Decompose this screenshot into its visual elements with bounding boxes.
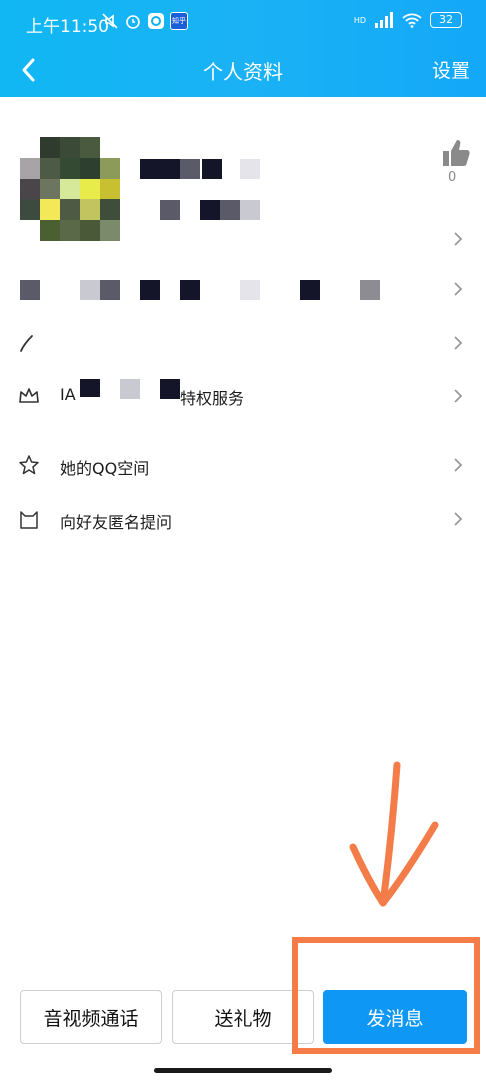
status-right: HD 32 (354, 12, 462, 28)
signature-row[interactable] (0, 316, 486, 370)
wifi-icon (402, 13, 422, 28)
network-type: HD (353, 15, 366, 25)
redacted-qq-number (240, 200, 260, 220)
video-call-button[interactable]: 音视频通话 (20, 990, 162, 1044)
redacted-qq-number (200, 200, 220, 220)
chevron-right-icon (454, 458, 463, 472)
redacted-info (140, 280, 160, 300)
status-bar: 上午11:50 知乎 HD 32 (0, 0, 486, 44)
status-icons: 知乎 (101, 12, 188, 30)
chevron-right-icon (454, 282, 463, 296)
redacted-nickname (240, 159, 260, 179)
crown-icon (19, 388, 39, 403)
page-title: 个人资料 (203, 60, 283, 84)
vip-label-suffix: 特权服务 (180, 389, 245, 408)
redacted-info (360, 280, 380, 300)
annotation-arrow-icon (349, 761, 439, 907)
chevron-right-icon (454, 512, 463, 526)
chevron-right-icon (454, 389, 463, 403)
app-notification-icon (148, 13, 164, 29)
redacted-nickname (202, 159, 222, 179)
home-indicator[interactable] (154, 1068, 332, 1073)
mute-icon (102, 13, 118, 29)
chevron-right-icon (454, 336, 463, 350)
redacted-nickname (140, 159, 182, 179)
qzone-row[interactable]: 她的QQ空间 (0, 438, 486, 492)
redacted-info (80, 280, 100, 300)
redacted-vip (160, 379, 180, 399)
annotation-highlight-box (292, 937, 480, 1054)
redacted-nickname (180, 159, 200, 179)
redacted-info (180, 280, 200, 300)
profile-card[interactable]: 0 (0, 97, 486, 267)
redacted-qq-number (220, 200, 240, 220)
qzone-label: 她的QQ空间 (60, 459, 150, 478)
nav-bar: 个人资料 设置 (0, 44, 486, 97)
alarm-icon (126, 15, 140, 29)
avatar[interactable] (20, 137, 120, 241)
battery-icon: 32 (430, 12, 462, 28)
anonymous-ask-row[interactable]: 向好友匿名提问 (0, 492, 486, 546)
cat-icon (20, 511, 38, 529)
thumbs-up-icon[interactable] (441, 139, 471, 167)
vip-label-prefix: IA (60, 385, 76, 404)
signal-icon (375, 12, 393, 28)
like-count: 0 (448, 170, 457, 185)
status-time: 上午11:50 (26, 17, 109, 37)
redacted-info (240, 280, 260, 300)
star-icon (19, 455, 39, 475)
pen-icon (20, 335, 33, 352)
anonymous-ask-label: 向好友匿名提问 (60, 513, 173, 532)
zhihu-app-icon: 知乎 (170, 12, 188, 30)
redacted-info (100, 280, 120, 300)
chevron-right-icon (454, 232, 463, 246)
vip-service-row[interactable]: IA 特权服务 (0, 369, 486, 423)
header: 上午11:50 知乎 HD 32 个人资料 设置 (0, 0, 486, 97)
redacted-info (20, 280, 40, 300)
redacted-vip (80, 379, 100, 397)
redacted-qq-number (160, 200, 180, 220)
redacted-vip (120, 379, 140, 399)
info-row[interactable] (0, 262, 486, 316)
redacted-info (300, 280, 320, 300)
settings-button[interactable]: 设置 (432, 56, 470, 83)
